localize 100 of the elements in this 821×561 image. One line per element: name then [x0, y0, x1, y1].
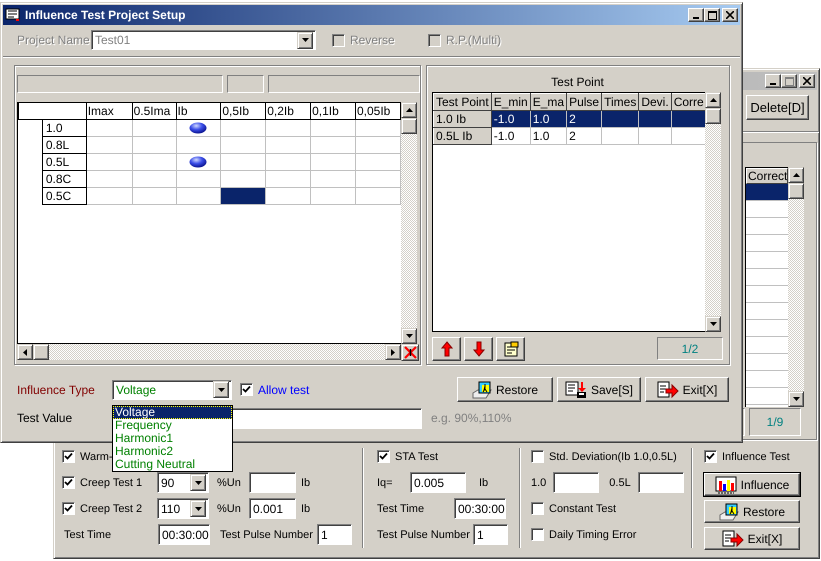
save-button[interactable]: Save[S] — [557, 377, 641, 402]
grid-cell[interactable] — [310, 120, 356, 136]
delete-button[interactable] — [401, 344, 419, 361]
scroll-left-button[interactable] — [17, 344, 33, 360]
grid-cell[interactable] — [132, 170, 176, 188]
grid-cell[interactable] — [266, 154, 311, 170]
scrollbar[interactable] — [788, 167, 804, 407]
checkbox[interactable] — [377, 450, 390, 463]
grid-cell[interactable] — [86, 170, 132, 188]
voltage-combo[interactable]: 90 — [157, 472, 209, 493]
input-field[interactable]: 0.001 — [249, 498, 296, 519]
scroll-thumb[interactable] — [401, 118, 417, 134]
close-button[interactable] — [722, 8, 738, 22]
grid-cell[interactable] — [132, 154, 176, 170]
scroll-down-button[interactable] — [705, 316, 721, 332]
grid-cell[interactable] — [132, 188, 176, 204]
grid-cell[interactable] — [220, 154, 266, 170]
exit-button[interactable]: Exit[X] — [645, 377, 729, 402]
maximize-button[interactable] — [704, 8, 720, 22]
input-field[interactable]: 1 — [473, 524, 508, 545]
dropdown-option[interactable]: Harmonic2 — [113, 445, 232, 458]
scroll-up-button[interactable] — [705, 92, 721, 108]
checkbox[interactable] — [531, 450, 544, 463]
column-header: Times — [602, 94, 639, 110]
influence-type-combo[interactable]: Voltage — [112, 380, 232, 400]
grid-cell[interactable] — [132, 120, 176, 136]
grid-cell[interactable] — [310, 188, 356, 204]
edit-button[interactable] — [496, 336, 525, 360]
grid-cell[interactable] — [266, 170, 311, 188]
bar-chart-icon — [714, 476, 737, 494]
scroll-thumb[interactable] — [705, 108, 721, 124]
checkbox[interactable] — [704, 450, 717, 463]
input-field[interactable] — [638, 472, 684, 493]
dropdown-option[interactable]: Voltage — [113, 406, 232, 419]
exit-button[interactable]: Exit[X] — [704, 527, 800, 550]
checkbox[interactable] — [531, 502, 544, 515]
input-field[interactable]: 00:30:00 — [158, 524, 210, 545]
scroll-down-button[interactable] — [401, 328, 417, 344]
dropdown-option[interactable]: Cutting Neutral — [113, 458, 232, 471]
scroll-thumb[interactable] — [788, 183, 804, 199]
scroll-thumb[interactable] — [33, 344, 49, 360]
checkbox-label: Creep Test 1 — [80, 476, 144, 488]
move-up-button[interactable] — [432, 336, 461, 360]
scroll-up-button[interactable] — [788, 167, 804, 183]
restore-button[interactable]: Restore — [457, 377, 553, 402]
grid-cell[interactable] — [176, 120, 221, 136]
column-header: E_ma — [530, 94, 567, 110]
grid-cell[interactable] — [86, 154, 132, 170]
scrollbar[interactable] — [17, 344, 401, 360]
checkbox[interactable] — [531, 528, 544, 541]
column-header: 0,1Ib — [310, 103, 356, 120]
scrollbar[interactable] — [401, 102, 417, 344]
input-field[interactable] — [249, 472, 296, 493]
grid-cell[interactable] — [176, 170, 221, 188]
input-field[interactable]: 1 — [316, 524, 352, 545]
grid-cell[interactable] — [176, 154, 221, 170]
scroll-right-button[interactable] — [385, 344, 401, 360]
input-field[interactable]: 0.005 — [410, 472, 466, 493]
grid-cell[interactable] — [220, 188, 266, 204]
table-cell[interactable] — [746, 184, 788, 201]
row-header[interactable]: 1.0 Ib — [434, 110, 492, 128]
checkbox[interactable] — [62, 502, 75, 515]
grid-cell[interactable] — [266, 136, 311, 154]
dropdown-option[interactable]: Frequency — [113, 419, 232, 432]
row-header[interactable]: 0.5L Ib — [434, 128, 492, 144]
column-header: Corre — [671, 94, 705, 110]
input-field[interactable]: 00:30:00 — [454, 498, 506, 519]
input-field[interactable] — [553, 472, 600, 493]
grid-cell[interactable] — [310, 154, 356, 170]
cross-icon — [404, 346, 416, 359]
delete-button[interactable]: Delete[D] — [746, 95, 809, 120]
grid-cell[interactable] — [220, 120, 266, 136]
grid-cell[interactable] — [86, 136, 132, 154]
scroll-up-button[interactable] — [401, 102, 417, 118]
grid-cell[interactable] — [266, 120, 311, 136]
move-down-button[interactable] — [464, 336, 493, 360]
scroll-down-button[interactable] — [788, 391, 804, 407]
checkbox-label: Warm- — [80, 450, 113, 462]
dropdown-option[interactable]: Harmonic1 — [113, 432, 232, 445]
grid-cell[interactable] — [266, 188, 311, 204]
grid-cell[interactable] — [132, 136, 176, 154]
grid-cell[interactable] — [220, 136, 266, 154]
checkbox[interactable] — [62, 450, 75, 463]
grid-cell[interactable] — [86, 188, 132, 204]
grid-cell[interactable] — [310, 170, 356, 188]
document-arrow-icon — [722, 530, 744, 548]
up-triangle-icon — [792, 173, 800, 177]
notepad-icon — [502, 340, 518, 356]
influence-button[interactable]: Influence — [704, 473, 800, 496]
checkbox[interactable] — [240, 383, 253, 396]
restore-button[interactable]: Restore — [704, 500, 800, 523]
checkbox[interactable] — [62, 476, 75, 489]
minimize-button[interactable] — [688, 8, 704, 22]
scrollbar[interactable] — [705, 92, 721, 332]
grid-cell[interactable] — [310, 136, 356, 154]
down-triangle-icon — [710, 322, 716, 326]
grid-cell[interactable] — [86, 120, 132, 136]
voltage-combo[interactable]: 110 — [157, 498, 209, 519]
table-cell — [602, 110, 639, 128]
grid-cell[interactable] — [176, 136, 221, 154]
